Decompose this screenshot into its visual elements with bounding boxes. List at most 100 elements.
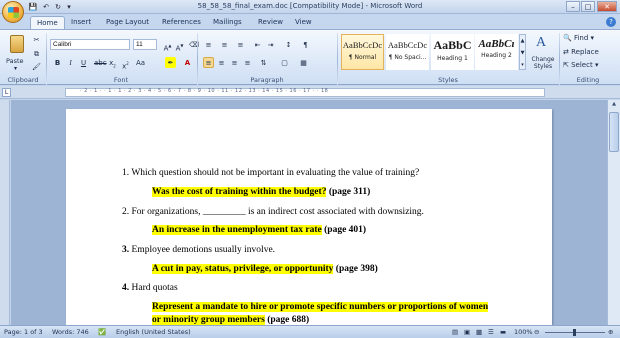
format-painter-icon[interactable]: 🖌 [31, 61, 42, 72]
answer-2[interactable]: An increase in the unemployment tax rate… [152, 225, 366, 235]
shrink-font-icon[interactable]: A▼ [174, 39, 185, 52]
outline-view-icon[interactable]: ☰ [488, 328, 494, 336]
shading-icon[interactable]: ▢ [279, 57, 290, 68]
proofing-icon[interactable]: ✅ [98, 328, 106, 336]
zoom-slider-thumb[interactable] [573, 329, 576, 336]
underline-button[interactable]: U [78, 57, 89, 68]
question-2[interactable]: 2. For organizations, _________ is an in… [122, 207, 424, 217]
bold-button[interactable]: B [52, 57, 63, 68]
select-label: Select [571, 61, 593, 69]
question-4-text: Hard quotas [129, 283, 178, 293]
replace-button[interactable]: ⇄ Replace [563, 48, 599, 56]
line-spacing-icon[interactable]: ⇅ [258, 57, 269, 68]
answer-3-highlight: A cut in pay, status, privilege, or oppo… [152, 264, 334, 274]
tab-insert[interactable]: Insert [65, 16, 97, 29]
justify-icon[interactable]: ≡ [242, 57, 253, 68]
horizontal-ruler[interactable]: · 2 · 1 · · 1 · 1 · 2 · 3 · 4 · 5 · 6 · … [0, 86, 620, 99]
style-no-spacing[interactable]: AaBbCcDc ¶ No Spaci... [386, 34, 429, 70]
close-button[interactable]: ✕ [597, 1, 617, 12]
style-name: ¶ Normal [348, 54, 377, 61]
paste-label: Paste [6, 57, 24, 65]
change-styles-button[interactable]: A Change Styles [528, 33, 556, 73]
select-button[interactable]: ⇱ Select ▾ [563, 61, 598, 69]
font-name-field[interactable]: Calibri [50, 39, 130, 50]
editing-group-label: Editing [576, 76, 600, 84]
minimize-button[interactable]: – [566, 1, 580, 12]
style-preview: AaBbCcDc [342, 40, 383, 50]
tab-mailings[interactable]: Mailings [207, 16, 248, 29]
show-formatting-marks-icon[interactable]: ¶ [300, 39, 311, 50]
scrollbar-thumb[interactable] [609, 112, 619, 152]
align-right-icon[interactable]: ≡ [229, 57, 240, 68]
page-count[interactable]: Page: 1 of 3 [4, 328, 43, 336]
change-case-button[interactable]: Aa [135, 57, 146, 68]
styles-scroll[interactable]: ▲ ▼ ▾ [519, 34, 526, 70]
tab-home[interactable]: Home [30, 16, 65, 29]
question-4[interactable]: 4. Hard quotas [122, 283, 178, 293]
question-3[interactable]: 3. Employee demotions usually involve. [122, 245, 275, 255]
office-logo-icon [8, 7, 19, 18]
draft-view-icon[interactable]: ▬ [500, 328, 506, 336]
align-center-icon[interactable]: ≡ [216, 57, 227, 68]
question-1[interactable]: 1. Which question should not be importan… [122, 168, 419, 178]
quick-access-dropdown-icon[interactable]: ▾ [64, 2, 74, 12]
answer-3[interactable]: A cut in pay, status, privilege, or oppo… [152, 264, 378, 274]
style-heading-1[interactable]: AaBbC Heading 1 [431, 34, 474, 70]
scroll-up-icon[interactable]: ▲ [609, 101, 619, 110]
replace-icon: ⇄ [563, 48, 569, 56]
redo-icon[interactable]: ↻ [53, 2, 63, 12]
zoom-level[interactable]: 100% [514, 328, 533, 336]
save-icon[interactable]: 💾 [28, 2, 38, 12]
office-button[interactable] [2, 1, 24, 23]
paste-button[interactable]: Paste ▾ [3, 33, 29, 73]
sort-icon[interactable]: ↕ [283, 39, 294, 50]
copy-icon[interactable]: ⧉ [31, 48, 42, 59]
borders-icon[interactable]: ▦ [298, 57, 309, 68]
document-page[interactable]: 1. Which question should not be importan… [66, 109, 552, 325]
multilevel-list-icon[interactable]: ≡ [235, 39, 246, 50]
style-heading-2[interactable]: AaBbCı Heading 2 [475, 34, 518, 70]
bullets-icon[interactable]: ≡ [203, 39, 214, 50]
increase-indent-icon[interactable]: ⇥ [265, 39, 276, 50]
tab-selector-icon[interactable]: L [2, 88, 11, 97]
strikethrough-button[interactable]: abc [93, 57, 107, 68]
zoom-out-icon[interactable]: ⊖ [534, 328, 539, 336]
italic-button[interactable]: I [65, 57, 76, 68]
word-count[interactable]: Words: 746 [52, 328, 89, 336]
answer-1-page: (page 311) [326, 187, 371, 197]
grow-font-icon[interactable]: A▲ [162, 39, 173, 52]
style-normal[interactable]: AaBbCcDc ¶ Normal [341, 34, 384, 70]
maximize-button[interactable]: □ [581, 1, 595, 12]
align-left-icon[interactable]: ≡ [203, 57, 214, 68]
find-icon: 🔍 [563, 34, 572, 42]
answer-4-line-1[interactable]: Represent a mandate to hire or promote s… [152, 302, 489, 312]
web-layout-view-icon[interactable]: ▩ [476, 328, 482, 336]
font-color-icon[interactable]: A [182, 57, 193, 68]
paragraph-group-label: Paragraph [250, 76, 284, 84]
decrease-indent-icon[interactable]: ⇤ [252, 39, 263, 50]
language-status[interactable]: English (United States) [116, 328, 191, 336]
undo-icon[interactable]: ↶ [41, 2, 51, 12]
tab-view[interactable]: View [289, 16, 318, 29]
tab-references[interactable]: References [156, 16, 207, 29]
tab-page-layout[interactable]: Page Layout [100, 16, 155, 29]
find-button[interactable]: 🔍 Find ▾ [563, 34, 594, 42]
full-screen-view-icon[interactable]: ▣ [464, 328, 470, 336]
font-size-field[interactable]: 11 [133, 39, 157, 50]
chevron-down-icon: ▾ [14, 65, 18, 72]
answer-4-line-2[interactable]: or minority group members (page 688) [152, 315, 309, 325]
highlight-icon[interactable]: ✒ [165, 57, 176, 68]
superscript-button[interactable]: x2 [120, 57, 131, 70]
style-preview: AaBbCı [478, 38, 515, 50]
answer-1[interactable]: Was the cost of training within the budg… [152, 187, 370, 197]
subscript-button[interactable]: x2 [107, 57, 118, 68]
numbering-icon[interactable]: ≡ [219, 39, 230, 50]
cut-icon[interactable]: ✂ [31, 34, 42, 45]
vertical-scrollbar[interactable]: ▲ [607, 100, 620, 325]
answer-4-page: (page 688) [264, 315, 310, 325]
tab-review[interactable]: Review [252, 16, 289, 29]
zoom-in-icon[interactable]: ⊕ [608, 328, 613, 336]
help-icon[interactable]: ? [606, 17, 616, 27]
print-layout-view-icon[interactable]: ▤ [452, 328, 458, 336]
vertical-ruler[interactable] [0, 100, 10, 325]
